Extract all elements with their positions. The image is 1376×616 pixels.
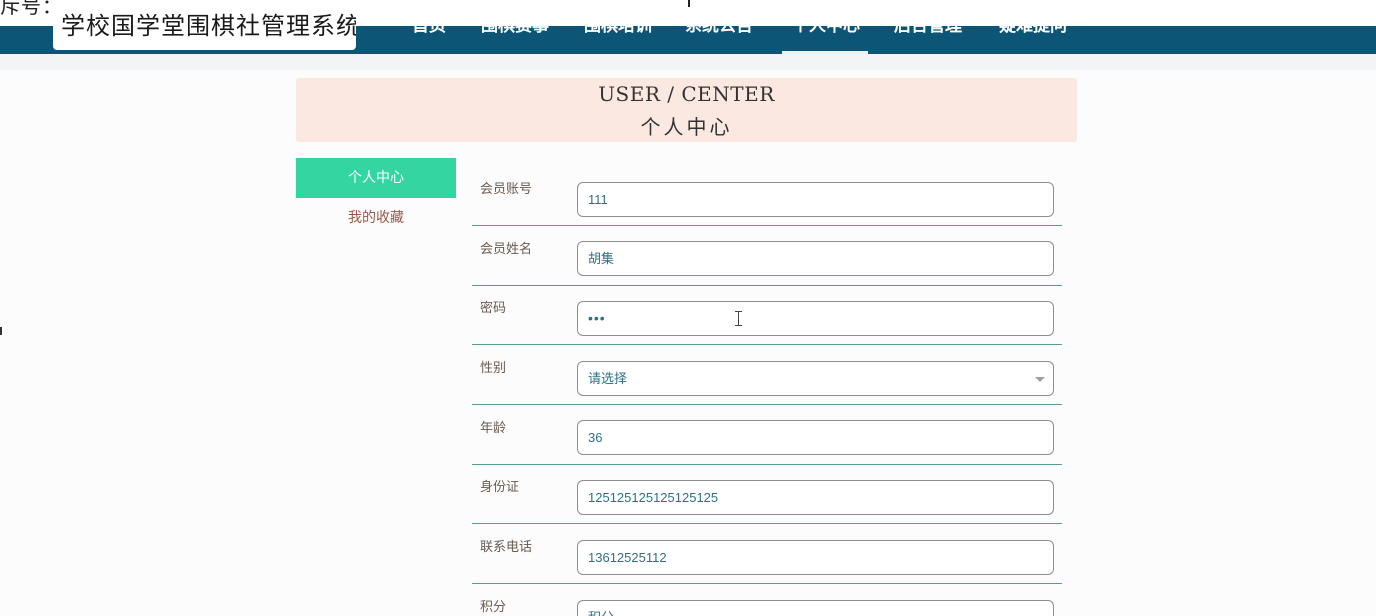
points-input[interactable]: 积分 — [577, 600, 1054, 616]
field-label: 年龄 — [480, 421, 507, 436]
nav-item-user-center[interactable]: 个人中心 — [782, 14, 868, 54]
form-row-password: 密码 ••• — [472, 285, 1062, 345]
sidebar-item-favorites[interactable]: 我的收藏 — [296, 206, 456, 230]
nav-item-questions[interactable]: 疑难提问 — [999, 14, 1067, 54]
sub-band — [0, 54, 1376, 70]
form-row-gender: 性别 请选择 — [472, 345, 1062, 405]
name-input[interactable]: 胡集 — [577, 241, 1054, 276]
sidebar-item-user-center[interactable]: 个人中心 — [296, 158, 456, 198]
nav-item-events[interactable]: 围棋赛事 — [481, 14, 549, 54]
field-label: 联系电话 — [480, 540, 533, 555]
password-input[interactable]: ••• — [577, 301, 1054, 336]
brand-title: 学校国学堂围棋社管理系统 — [61, 12, 356, 40]
field-label: 积分 — [480, 600, 507, 615]
form-row-name: 会员姓名 胡集 — [472, 226, 1062, 286]
field-label: 会员姓名 — [480, 242, 533, 257]
nav-item-admin[interactable]: 后台管理 — [894, 14, 962, 54]
text-cursor-icon — [735, 311, 743, 326]
gender-select[interactable]: 请选择 — [577, 361, 1054, 396]
phone-input[interactable]: 13612525112 — [577, 540, 1054, 575]
form-row-id-card: 身份证 125125125125125125 — [472, 464, 1062, 524]
form-row-phone: 联系电话 13612525112 — [472, 524, 1062, 584]
nav-item-announcements[interactable]: 系统公告 — [685, 14, 753, 54]
age-input[interactable]: 36 — [577, 420, 1054, 455]
field-label: 会员账号 — [480, 182, 533, 197]
chevron-down-icon — [1035, 377, 1045, 382]
form-row-age: 年龄 36 — [472, 405, 1062, 465]
nav-item-home[interactable]: 首页 — [412, 14, 446, 54]
form-row-points: 积分 积分 — [472, 584, 1062, 616]
navbar: 学校国学堂围棋社管理系统 首页 围棋赛事 围棋培训 系统公告 个人中心 后台管理… — [0, 8, 1376, 54]
field-label: 性别 — [480, 361, 507, 376]
field-label: 密码 — [480, 301, 507, 316]
hero-title-cn: 个人中心 — [640, 115, 733, 139]
gender-select-value: 请选择 — [588, 371, 628, 386]
hero-title-en: USER / CENTER — [598, 82, 775, 106]
form-row-account: 会员账号 111 — [472, 166, 1062, 226]
id-card-input[interactable]: 125125125125125125 — [577, 480, 1054, 515]
field-label: 身份证 — [480, 480, 520, 495]
nav-item-training[interactable]: 围棋培训 — [584, 14, 652, 54]
page-hero: USER / CENTER 个人中心 — [296, 78, 1077, 142]
account-input[interactable]: 111 — [577, 182, 1054, 217]
left-edge-mark — [0, 327, 2, 335]
brand-logo-box[interactable]: 学校国学堂围棋社管理系统 — [53, 8, 356, 50]
text-caret — [688, 0, 690, 7]
